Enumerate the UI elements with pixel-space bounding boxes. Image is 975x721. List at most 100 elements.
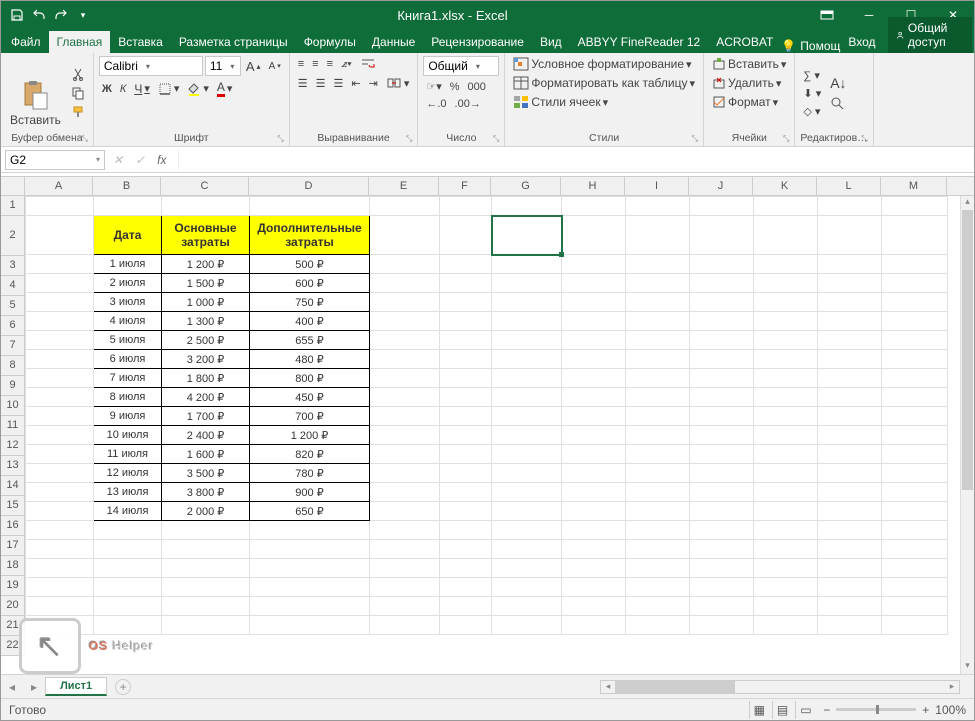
cell-C1[interactable]: [162, 197, 250, 216]
cell-A15[interactable]: [26, 483, 94, 502]
cell-A20[interactable]: [26, 578, 94, 597]
cell-E4[interactable]: [370, 274, 440, 293]
italic-button[interactable]: К: [117, 82, 129, 96]
merge-button[interactable]: ▾: [383, 75, 413, 91]
cell-J17[interactable]: [690, 521, 754, 540]
cell-M10[interactable]: [882, 388, 948, 407]
enter-formula-icon[interactable]: ✓: [135, 153, 145, 167]
col-header-F[interactable]: F: [439, 177, 491, 195]
cell-K6[interactable]: [754, 312, 818, 331]
row-header-18[interactable]: 18: [1, 556, 25, 576]
cell-I13[interactable]: [626, 445, 690, 464]
cell-M21[interactable]: [882, 597, 948, 616]
cell-J8[interactable]: [690, 350, 754, 369]
border-button[interactable]: ▾: [155, 81, 183, 97]
cell-F17[interactable]: [440, 521, 492, 540]
format-cells-button[interactable]: Формат ▾: [709, 94, 781, 110]
row-header-1[interactable]: 1: [1, 196, 25, 216]
cell-F3[interactable]: [440, 255, 492, 274]
cell-H19[interactable]: [562, 559, 626, 578]
cell-M3[interactable]: [882, 255, 948, 274]
cell-L7[interactable]: [818, 331, 882, 350]
cell-B1[interactable]: [94, 197, 162, 216]
cell-E19[interactable]: [370, 559, 440, 578]
cell-M7[interactable]: [882, 331, 948, 350]
font-size-select[interactable]: 11: [205, 56, 241, 76]
cell-J10[interactable]: [690, 388, 754, 407]
cell-D7[interactable]: 655 ₽: [250, 331, 370, 350]
cell-C5[interactable]: 1 000 ₽: [162, 293, 250, 312]
cell-F6[interactable]: [440, 312, 492, 331]
cell-I19[interactable]: [626, 559, 690, 578]
cell-J14[interactable]: [690, 464, 754, 483]
cell-E20[interactable]: [370, 578, 440, 597]
cell-A8[interactable]: [26, 350, 94, 369]
cell-L5[interactable]: [818, 293, 882, 312]
row-header-19[interactable]: 19: [1, 576, 25, 596]
cell-D9[interactable]: 800 ₽: [250, 369, 370, 388]
copy-button[interactable]: [68, 85, 88, 101]
cell-G9[interactable]: [492, 369, 562, 388]
tab-formulas[interactable]: Формулы: [296, 31, 364, 53]
sort-filter-button[interactable]: A↓: [827, 74, 849, 92]
cell-I18[interactable]: [626, 540, 690, 559]
cell-L11[interactable]: [818, 407, 882, 426]
cell-M4[interactable]: [882, 274, 948, 293]
col-header-H[interactable]: H: [561, 177, 625, 195]
cell-K19[interactable]: [754, 559, 818, 578]
col-header-E[interactable]: E: [369, 177, 439, 195]
cancel-formula-icon[interactable]: ✕: [113, 153, 123, 167]
minimize-button[interactable]: ─: [848, 1, 890, 29]
row-header-11[interactable]: 11: [1, 416, 25, 436]
cell-L14[interactable]: [818, 464, 882, 483]
cell-H17[interactable]: [562, 521, 626, 540]
cell-K9[interactable]: [754, 369, 818, 388]
cell-L2[interactable]: [818, 216, 882, 255]
tab-view[interactable]: Вид: [532, 31, 570, 53]
row-header-2[interactable]: 2: [1, 216, 25, 256]
cell-F2[interactable]: [440, 216, 492, 255]
row-header-3[interactable]: 3: [1, 256, 25, 276]
cell-G2[interactable]: [492, 216, 562, 255]
cell-F20[interactable]: [440, 578, 492, 597]
cell-K7[interactable]: [754, 331, 818, 350]
cell-A19[interactable]: [26, 559, 94, 578]
cell-G18[interactable]: [492, 540, 562, 559]
cell-E10[interactable]: [370, 388, 440, 407]
select-all-corner[interactable]: [1, 176, 25, 196]
cell-H10[interactable]: [562, 388, 626, 407]
cell-L9[interactable]: [818, 369, 882, 388]
cell-F12[interactable]: [440, 426, 492, 445]
cell-C15[interactable]: 3 800 ₽: [162, 483, 250, 502]
cell-F18[interactable]: [440, 540, 492, 559]
cell-J16[interactable]: [690, 502, 754, 521]
cell-I20[interactable]: [626, 578, 690, 597]
col-header-L[interactable]: L: [817, 177, 881, 195]
vertical-scrollbar[interactable]: ▴ ▾: [960, 196, 974, 674]
wrap-text-button[interactable]: [357, 56, 379, 72]
cell-J7[interactable]: [690, 331, 754, 350]
cell-F8[interactable]: [440, 350, 492, 369]
cell-D5[interactable]: 750 ₽: [250, 293, 370, 312]
cell-I3[interactable]: [626, 255, 690, 274]
cell-D14[interactable]: 780 ₽: [250, 464, 370, 483]
cell-J15[interactable]: [690, 483, 754, 502]
cell-J2[interactable]: [690, 216, 754, 255]
cell-A17[interactable]: [26, 521, 94, 540]
row-header-8[interactable]: 8: [1, 356, 25, 376]
decrease-indent-button[interactable]: ⇤: [348, 76, 363, 91]
cell-F11[interactable]: [440, 407, 492, 426]
cell-A1[interactable]: [26, 197, 94, 216]
col-header-G[interactable]: G: [491, 177, 561, 195]
cell-C3[interactable]: 1 200 ₽: [162, 255, 250, 274]
cell-L15[interactable]: [818, 483, 882, 502]
cell-G19[interactable]: [492, 559, 562, 578]
cell-L17[interactable]: [818, 521, 882, 540]
cell-D18[interactable]: [250, 540, 370, 559]
fill-color-button[interactable]: ▾: [184, 81, 212, 97]
cell-I4[interactable]: [626, 274, 690, 293]
sheet-nav-prev[interactable]: ◂: [1, 680, 23, 694]
col-header-A[interactable]: A: [25, 177, 93, 195]
cell-E16[interactable]: [370, 502, 440, 521]
cell-I14[interactable]: [626, 464, 690, 483]
